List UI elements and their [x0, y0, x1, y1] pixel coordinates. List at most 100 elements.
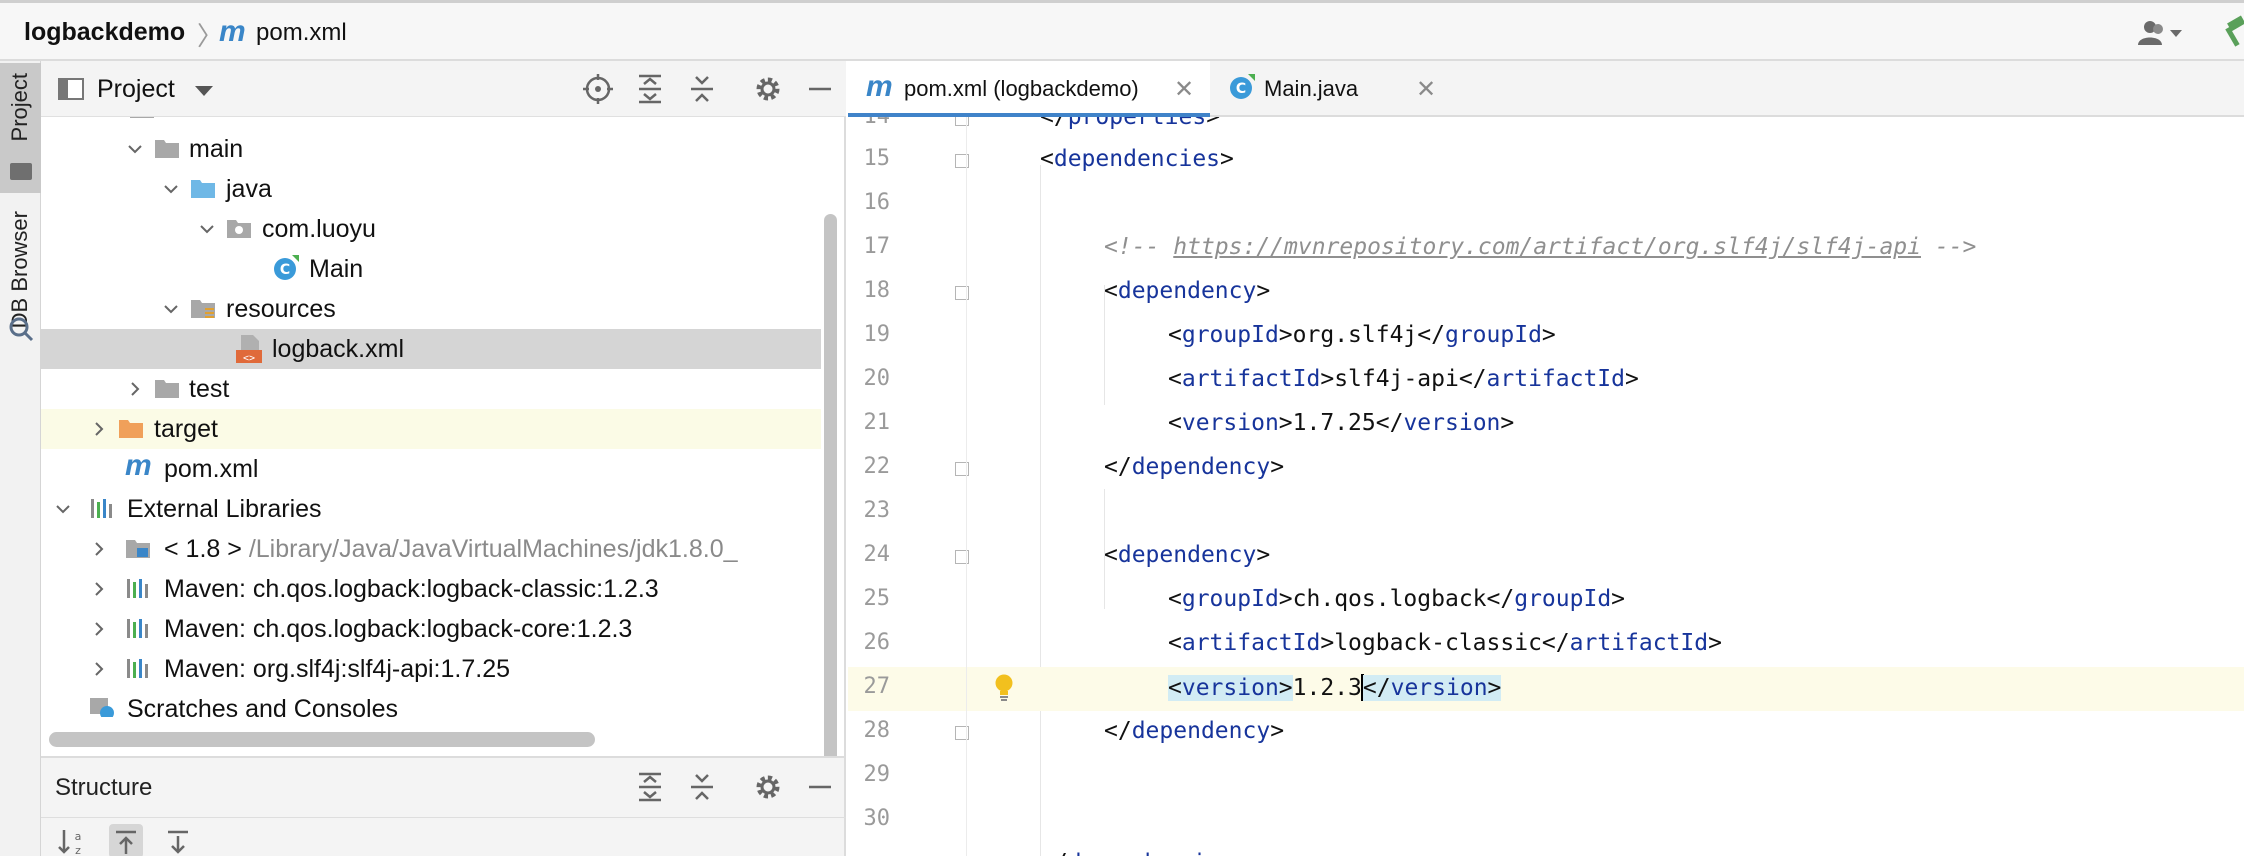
tool-window-strip: Project DB Browser — [0, 61, 41, 856]
tree-row-test[interactable]: test — [41, 369, 821, 409]
gear-icon[interactable] — [751, 770, 785, 804]
chevron-down-icon[interactable] — [195, 86, 213, 96]
gutter-divider — [966, 117, 967, 856]
tree-row-main-class[interactable]: C Main — [41, 249, 821, 289]
tree-row-pom-xml[interactable]: m pom.xml — [41, 449, 821, 489]
tree-row-label: main — [189, 135, 244, 163]
xml-file-icon: <> — [236, 335, 262, 364]
chevron-right-icon[interactable] — [91, 421, 107, 437]
code-line: 19 <groupId>org.slf4j</groupId> — [848, 315, 2244, 359]
tree-row-java[interactable]: java — [41, 169, 821, 209]
code-text: <groupId>ch.qos.logback</groupId> — [1168, 586, 1626, 612]
line-number: 27 — [863, 674, 891, 699]
svg-text:C: C — [1236, 81, 1246, 97]
code-line: 25 <groupId>ch.qos.logback</groupId> — [848, 579, 2244, 623]
comment-link[interactable]: https://mvnrepository.com/artifact/org.s… — [1173, 234, 1921, 260]
tree-row-label: pom.xml — [164, 455, 259, 483]
close-icon[interactable]: ✕ — [1174, 75, 1194, 104]
code-text: <artifactId>slf4j-api</artifactId> — [1168, 366, 1639, 392]
navigate-with-single-click-icon[interactable] — [109, 824, 143, 856]
code-text: <version>1.2.3</version> — [1168, 674, 1502, 701]
line-number: 22 — [863, 454, 891, 479]
tree-row-package[interactable]: com.luoyu — [41, 209, 821, 249]
code-line: 17 <!-- https://mvnrepository.com/artifa… — [848, 227, 2244, 271]
chevron-down-icon[interactable] — [55, 501, 71, 517]
chevron-right-icon[interactable] — [91, 581, 107, 597]
close-icon[interactable]: ✕ — [1416, 75, 1436, 104]
tree-row-label: target — [154, 415, 218, 443]
expand-all-icon[interactable] — [633, 770, 667, 804]
editor: m pom.xml (logbackdemo) ✕ C Main.java ✕ … — [848, 61, 2244, 856]
maven-file-icon: m — [219, 15, 246, 48]
svg-text:C: C — [280, 262, 290, 278]
project-view-title[interactable]: Project — [97, 75, 175, 104]
resources-folder-icon — [191, 300, 215, 318]
line-number: 29 — [863, 762, 891, 787]
tree-row-external-libraries[interactable]: External Libraries — [41, 489, 821, 529]
tab-main-java[interactable]: C Main.java ✕ — [1220, 61, 1450, 117]
jdk-icon — [126, 540, 150, 558]
chevron-right-icon[interactable] — [91, 621, 107, 637]
tree-row-jdk[interactable]: < 1.8 > /Library/Java/JavaVirtualMachine… — [41, 529, 821, 569]
tree-row-resources[interactable]: resources — [41, 289, 821, 329]
tree-horizontal-scrollbar[interactable] — [49, 732, 595, 747]
breadcrumb-file[interactable]: pom.xml — [256, 19, 347, 47]
code-text: <version>1.7.25</version> — [1168, 410, 1515, 436]
folder-icon — [155, 380, 179, 398]
chevron-down-icon[interactable] — [163, 301, 179, 317]
line-number: 24 — [863, 542, 891, 567]
chevron-down-icon[interactable] — [127, 141, 143, 157]
hide-panel-icon[interactable] — [803, 770, 837, 804]
build-hammer-icon[interactable] — [2222, 15, 2244, 49]
gear-icon[interactable] — [751, 72, 785, 106]
folder-icon — [155, 140, 179, 158]
collapse-all-icon[interactable] — [685, 770, 719, 804]
expand-all-icon[interactable] — [633, 72, 667, 106]
chevron-right-icon[interactable] — [127, 381, 143, 397]
locate-target-icon[interactable] — [581, 72, 615, 106]
autoscroll-from-source-icon[interactable] — [161, 824, 195, 856]
svg-text:<>: <> — [243, 353, 255, 364]
lightbulb-icon[interactable] — [993, 673, 1015, 703]
code-line: 30 — [848, 799, 2244, 843]
project-panel-header: Project — [41, 61, 846, 117]
sort-alphabetically-icon[interactable]: a z — [55, 824, 89, 856]
tree-row-src[interactable]: src — [41, 117, 821, 129]
db-browser-tool-label: DB Browser — [7, 211, 32, 329]
code-text: <groupId>org.slf4j</groupId> — [1168, 322, 1556, 348]
tree-row-maven-library[interactable]: Maven: ch.qos.logback:logback-core:1.2.3 — [41, 609, 821, 649]
chevron-right-icon[interactable] — [91, 661, 107, 677]
line-number: 20 — [863, 366, 891, 391]
line-number: 16 — [863, 190, 891, 215]
tree-row-target[interactable]: target — [41, 409, 821, 449]
folder-icon — [10, 163, 32, 180]
tree-row-maven-library[interactable]: Maven: org.slf4j:slf4j-api:1.7.25 — [41, 649, 821, 689]
chevron-down-icon[interactable] — [163, 181, 179, 197]
chevron-right-icon[interactable] — [91, 541, 107, 557]
code-line: 20 <artifactId>slf4j-api</artifactId> — [848, 359, 2244, 403]
code-text: <dependency> — [1104, 278, 1271, 304]
tree-row-logback-xml[interactable]: <> logback.xml — [41, 329, 821, 369]
chevron-down-icon[interactable] — [199, 221, 215, 237]
line-number: 21 — [863, 410, 891, 435]
db-browser-tool-button[interactable]: DB Browser — [0, 211, 41, 346]
project-tree: src main java com.luoyu C Main — [41, 117, 821, 717]
line-number: 17 — [863, 234, 891, 259]
navigation-bar: logbackdemo 〉 m pom.xml — [0, 0, 2244, 61]
code-text: <artifactId>logback-classic</artifactId> — [1168, 630, 1722, 656]
tree-row-maven-library[interactable]: Maven: ch.qos.logback:logback-classic:1.… — [41, 569, 821, 609]
tree-row-main[interactable]: main — [41, 129, 821, 169]
user-account-icon[interactable] — [2136, 19, 2184, 47]
breadcrumb-project[interactable]: logbackdemo — [24, 18, 185, 47]
tab-pom-xml[interactable]: m pom.xml (logbackdemo) ✕ — [848, 61, 1210, 117]
line-number: 19 — [863, 322, 891, 347]
code-line: 21 <version>1.7.25</version> — [848, 403, 2244, 447]
hide-panel-icon[interactable] — [803, 72, 837, 106]
code-text: <dependency> — [1104, 542, 1271, 568]
tree-row-scratches[interactable]: Scratches and Consoles — [41, 689, 821, 717]
tree-vertical-scrollbar[interactable] — [824, 214, 837, 782]
collapse-all-icon[interactable] — [685, 72, 719, 106]
project-tool-button[interactable]: Project — [0, 63, 41, 193]
line-number: 15 — [863, 146, 891, 171]
code-area[interactable]: 14 </properties> 15 <dependencies> 16 17… — [848, 117, 2244, 856]
